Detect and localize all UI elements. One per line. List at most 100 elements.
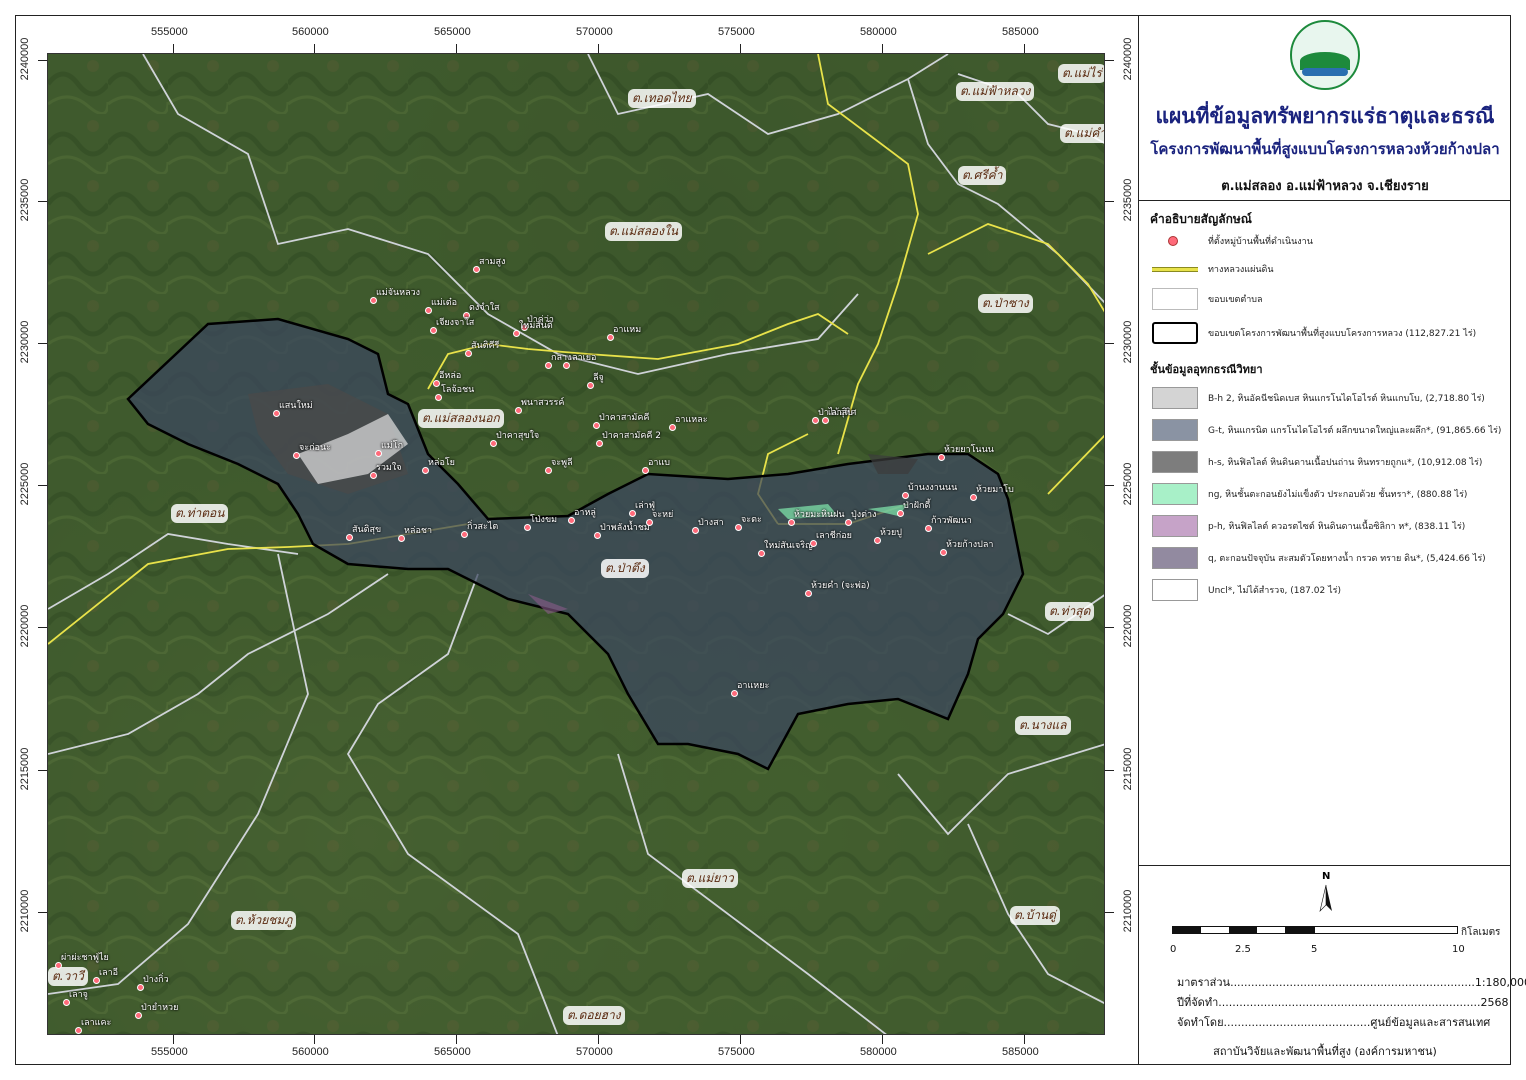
tambon-label: ต.แม่ยาว: [682, 869, 738, 888]
y-tick-label-left: 2215000: [19, 747, 31, 791]
y-tick-mark: [1105, 485, 1114, 486]
tambon-label: ต.บ้านดู่: [1010, 906, 1060, 925]
y-tick-label-right: 2215000: [1122, 747, 1134, 791]
x-tick-mark: [173, 1035, 174, 1044]
y-tick-label-right: 2240000: [1122, 37, 1134, 81]
geo-heading: ชั้นข้อมูลอุทกธรณีวิทยา: [1150, 363, 1263, 376]
tambon-label: ต.ดอยฮาง: [563, 1006, 625, 1025]
village-label: บ้านงงานนน: [908, 483, 958, 493]
village-label: ลีจู: [593, 373, 604, 383]
hrdi-logo: [1290, 20, 1360, 90]
village-label: อาแหยะ: [737, 681, 770, 691]
legend-tambon: ขอบเขตตำบล: [1150, 286, 1500, 312]
x-tick-label-bottom: 555000: [151, 1046, 188, 1058]
x-tick-mark: [456, 1035, 457, 1044]
map-canvas[interactable]: ต.เทอดไทย ต.แม่ฟ้าหลวง ต.แม่ไร่ ต.แม่คำ ต.ศร…: [47, 53, 1105, 1035]
tambon-label: ต.แม่คำ: [1060, 124, 1104, 143]
tambon-label: ต.ห้วยชมภู: [231, 911, 297, 930]
y-tick-label-right: 2225000: [1122, 462, 1134, 506]
y-tick-label-right: 2220000: [1122, 604, 1134, 648]
geo-label: ng, หินชั้นตะกอนยังไม่แข็งตัว ประกอบด้วย…: [1208, 490, 1468, 500]
village-label: ป่าพลังน้ำชม: [600, 523, 650, 533]
village-label: เลาสิบ: [828, 408, 853, 418]
village-label: แสนใหม่: [279, 401, 313, 411]
geo-swatch: [1152, 579, 1198, 601]
y-tick-mark: [38, 627, 47, 628]
divider: [1138, 200, 1511, 201]
y-tick-label-left: 2235000: [19, 178, 31, 222]
x-tick-mark: [1024, 1035, 1025, 1044]
x-tick-label-bottom: 580000: [860, 1046, 897, 1058]
x-tick-label-bottom: 585000: [1002, 1046, 1039, 1058]
geo-legend-item: Uncl*, ไม่ได้สำรวจ, (187.02 ไร่): [1150, 577, 1500, 603]
village-label: ป่างสา: [698, 518, 724, 528]
tambon-label: ต.แม่สลองนอก: [418, 409, 504, 428]
village-label: ห้วยมาโบ: [976, 485, 1014, 495]
village-label: แม่เต๋อ: [431, 298, 458, 308]
x-tick-mark: [598, 44, 599, 53]
village-label: ปุ่งต่าง: [851, 510, 877, 520]
y-tick-mark: [38, 60, 47, 61]
village-label: อีหล่อ: [439, 371, 462, 381]
producer-info: จัดทำโดย................................…: [1177, 1016, 1491, 1029]
y-tick-mark: [38, 201, 47, 202]
scale-tick: 2.5: [1235, 944, 1251, 955]
village-label: สันติสุข: [352, 525, 382, 535]
village-label: เลาแคะ: [81, 1018, 112, 1028]
geo-swatch: [1152, 451, 1198, 473]
legend-village: ที่ตั้งหมู่บ้านพื้นที่ดำเนินงาน: [1150, 230, 1500, 256]
highway-line-icon: [1152, 267, 1198, 272]
village-label: จะก่อนะ: [299, 443, 331, 453]
y-tick-label-left: 2225000: [19, 462, 31, 506]
tambon-label: ต.ศรีค้ำ: [958, 166, 1007, 185]
village-label: อาหลู่: [574, 508, 596, 518]
legend-highway: ทางหลวงแผ่นดิน: [1150, 258, 1500, 284]
x-tick-mark: [882, 44, 883, 53]
village-label: หล่อโย: [428, 458, 455, 468]
village-label: เจียงจาใส: [436, 318, 475, 328]
y-tick-label-left: 2230000: [19, 320, 31, 364]
village-label: ป่างกิ่ว: [143, 975, 169, 985]
village-label: ป่าคาสามัคคี: [599, 413, 650, 423]
village-label: จะหย่: [652, 510, 674, 520]
geo-label: Uncl*, ไม่ได้สำรวจ, (187.02 ไร่): [1208, 586, 1341, 596]
y-tick-label-left: 2220000: [19, 604, 31, 648]
location-title: ต.แม่สลอง อ.แม่ฟ้าหลวง จ.เชียงราย: [1221, 179, 1429, 194]
village-label: ห้วยก้างปลา: [946, 540, 994, 550]
y-tick-mark: [38, 485, 47, 486]
tambon-label: ต.ป่าตึง: [601, 559, 649, 578]
geo-label: q, ตะกอนปัจจุบัน สะสมตัวโดยทางน้ำ กรวด ท…: [1208, 554, 1486, 564]
y-tick-mark: [1105, 343, 1114, 344]
geo-swatch: [1152, 483, 1198, 505]
village-label: ใหม่สันติ: [519, 321, 553, 331]
village-label: อาแหละ: [675, 415, 708, 425]
x-tick-label-bottom: 565000: [434, 1046, 471, 1058]
geo-legend-item: B-h 2, หินอัคนีชนิดเบส หินแกรโนไดโอไรต์ …: [1150, 385, 1500, 411]
geo-legend-item: p-h, หินฟิลไลต์ ควอรตไซต์ หินดินดานเนื้อ…: [1150, 513, 1500, 539]
village-label: ห้วยยาโนนน: [944, 445, 994, 455]
scale-unit: กิโลเมตร: [1461, 927, 1501, 938]
village-label: อาแบ: [648, 458, 670, 468]
village-label: หล่อชา: [404, 526, 433, 536]
tambon-label: ต.วาวี: [48, 967, 88, 986]
y-tick-mark: [38, 770, 47, 771]
village-label: ดงจำใส: [469, 303, 500, 313]
x-tick-label-top: 560000: [292, 26, 329, 38]
village-label: ห้วยมะหินฝน: [794, 510, 845, 520]
tambon-label: ต.ป่าซาง: [978, 294, 1033, 313]
y-tick-label-left: 2240000: [19, 37, 31, 81]
y-tick-mark: [1105, 770, 1114, 771]
village-label: ห้วยปู: [880, 528, 902, 538]
y-tick-label-left: 2210000: [19, 889, 31, 933]
geo-swatch: [1152, 419, 1198, 441]
village-label: เลาชีก่อย: [816, 531, 852, 541]
village-label: ป่ายำหวย: [141, 1003, 179, 1013]
geo-legend-item: G-t, หินแกรนิต แกรโนไดโอไรต์ ผลึกขนาดใหญ…: [1150, 417, 1501, 443]
divider: [1138, 865, 1511, 866]
x-tick-label-top: 570000: [576, 26, 613, 38]
village-label: ใหม่สันเจริญ: [764, 541, 813, 551]
geo-swatch: [1152, 547, 1198, 569]
x-tick-mark: [314, 1035, 315, 1044]
village-pin-icon: [1168, 236, 1178, 246]
y-tick-label-right: 2210000: [1122, 889, 1134, 933]
